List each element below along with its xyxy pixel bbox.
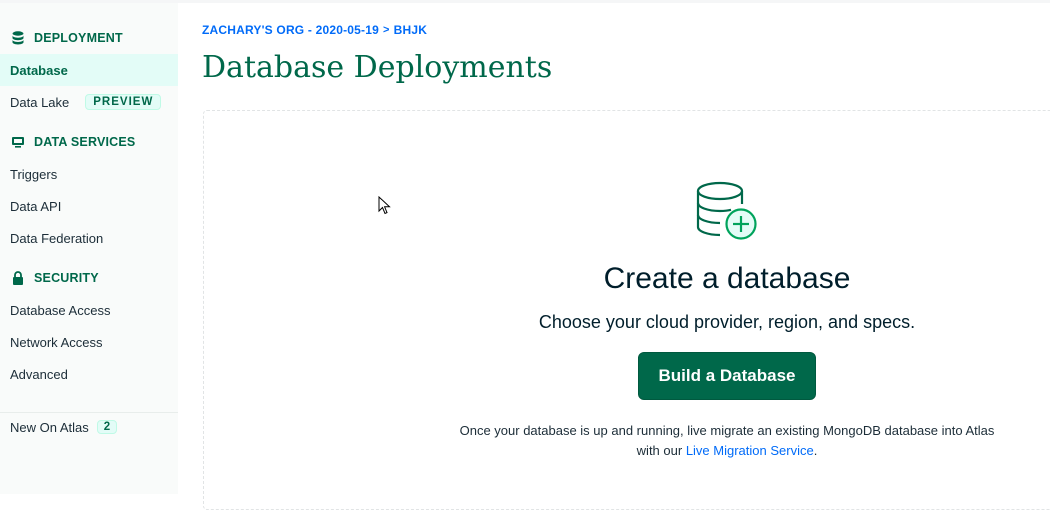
empty-state-title: Create a database: [603, 262, 851, 295]
sidebar-item-data-federation[interactable]: Data Federation: [0, 222, 178, 254]
sidebar-item-label: Data API: [10, 198, 62, 214]
mouse-cursor-icon: [378, 196, 391, 215]
sidebar-item-label: Advanced: [10, 366, 68, 382]
sidebar-item-label: Triggers: [10, 166, 58, 182]
breadcrumb-project[interactable]: BHJK: [394, 23, 427, 37]
page-title: Database Deployments: [202, 50, 553, 85]
preview-badge: PREVIEW: [85, 94, 162, 110]
section-deployment: DEPLOYMENT: [10, 28, 123, 48]
live-migration-link[interactable]: Live Migration Service: [686, 443, 814, 458]
sidebar-item-label: New On Atlas: [10, 419, 89, 435]
lock-icon: [13, 271, 23, 285]
database-plus-icon: [696, 181, 757, 240]
sidebar-item-database-access[interactable]: Database Access: [0, 294, 178, 326]
breadcrumb-org[interactable]: ZACHARY'S ORG - 2020-05-19: [202, 23, 379, 37]
build-database-button[interactable]: Build a Database: [638, 352, 816, 400]
sidebar-item-label: Data Federation: [10, 230, 104, 246]
sidebar-item-advanced[interactable]: Advanced: [0, 358, 178, 390]
database-stack-icon: [12, 31, 24, 45]
breadcrumb-separator: >: [383, 24, 390, 36]
section-label: SECURITY: [34, 271, 99, 285]
sidebar-item-label: Data Lake: [10, 94, 70, 110]
sidebar-item-label: Network Access: [10, 334, 103, 350]
sidebar-item-database[interactable]: Database: [0, 54, 178, 86]
monitor-icon: [12, 137, 24, 148]
sidebar-item-network-access[interactable]: Network Access: [0, 326, 178, 358]
sidebar-item-data-api[interactable]: Data API: [0, 190, 178, 222]
section-security: SECURITY: [10, 268, 99, 288]
sidebar-item-label: Database Access: [10, 302, 111, 318]
section-label: DEPLOYMENT: [34, 31, 123, 45]
sidebar-item-data-lake[interactable]: Data Lake PREVIEW: [0, 86, 178, 118]
breadcrumb: ZACHARY'S ORG - 2020-05-19 > BHJK: [202, 23, 427, 37]
sidebar-item-label: Database: [10, 62, 68, 78]
sidebar-item-new-on-atlas[interactable]: New On Atlas 2: [0, 411, 178, 443]
count-badge: 2: [96, 420, 118, 434]
sidebar: DEPLOYMENT Database Data Lake PREVIEW DA…: [0, 3, 178, 494]
section-label: DATA SERVICES: [34, 135, 136, 149]
migration-footnote: Once your database is up and running, li…: [453, 421, 1001, 461]
sidebar-item-triggers[interactable]: Triggers: [0, 158, 178, 190]
empty-state-subtitle: Choose your cloud provider, region, and …: [538, 312, 916, 332]
footnote-end: .: [813, 443, 818, 458]
section-data-services: DATA SERVICES: [10, 132, 135, 152]
